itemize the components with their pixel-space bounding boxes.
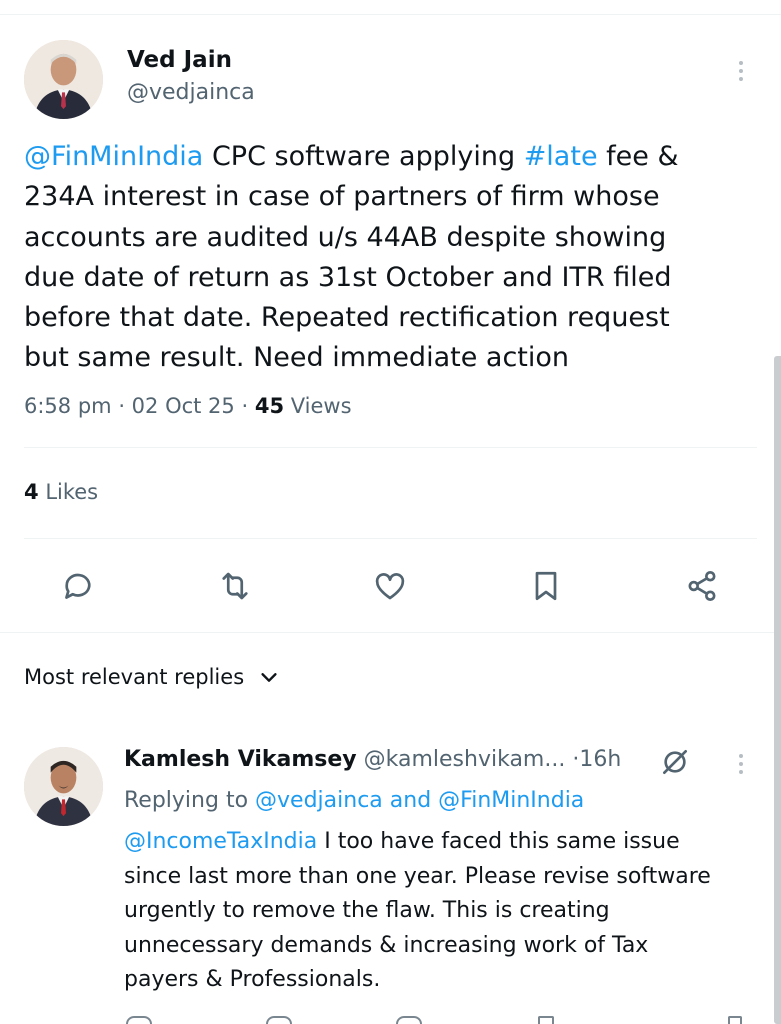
- reply-action-bar-partial: [120, 1012, 760, 1024]
- views-count: 45: [254, 394, 285, 418]
- retweet-icon[interactable]: [215, 566, 255, 606]
- replying-to-links[interactable]: @vedjainca and @FinMinIndia: [255, 788, 584, 813]
- tweet-text-segment: fee & 234A interest in case of partners …: [24, 141, 679, 374]
- tweet-date[interactable]: 02 Oct 25: [132, 394, 235, 418]
- replies-sort-dropdown[interactable]: Most relevant replies: [24, 665, 280, 689]
- likes-label: Likes: [45, 480, 99, 504]
- replying-to-line: Replying to @vedjainca and @FinMinIndia: [124, 788, 584, 813]
- divider: [24, 538, 757, 539]
- tweet-time[interactable]: 6:58 pm: [24, 394, 112, 418]
- top-divider: [0, 14, 781, 15]
- tweet-meta: 6:58 pm · 02 Oct 25 · 45 Views: [24, 394, 352, 418]
- reply-author-name[interactable]: Kamlesh Vikamsey: [124, 747, 357, 772]
- tweet-text-segment: CPC software applying: [203, 141, 524, 172]
- meta-separator: ·: [118, 394, 132, 418]
- tweet-link[interactable]: #late: [524, 141, 598, 172]
- reply-header: Kamlesh Vikamsey @kamleshvikam... ·16h: [124, 747, 621, 772]
- meta-separator: ·: [241, 394, 255, 418]
- reply-time[interactable]: 16h: [579, 747, 621, 772]
- more-options-icon[interactable]: [736, 61, 746, 81]
- author-avatar[interactable]: [24, 40, 103, 119]
- reply-icon[interactable]: [58, 566, 98, 606]
- likes-link[interactable]: 4 Likes: [24, 480, 98, 504]
- scrollbar[interactable]: [774, 356, 781, 1024]
- replying-prefix: Replying to: [124, 788, 249, 813]
- reply-author-handle[interactable]: @kamleshvikam...: [364, 747, 566, 772]
- tweet-link[interactable]: @FinMinIndia: [24, 141, 203, 172]
- author-handle[interactable]: @vedjainca: [127, 80, 255, 105]
- likes-count: 4: [24, 480, 39, 504]
- replies-sort-label: Most relevant replies: [24, 665, 245, 689]
- reply-mention[interactable]: @IncomeTaxIndia: [124, 829, 317, 854]
- chevron-down-icon: [261, 673, 277, 682]
- like-icon[interactable]: [370, 566, 410, 606]
- author-name[interactable]: Ved Jain: [127, 47, 232, 73]
- share-icon[interactable]: [682, 566, 722, 606]
- bookmark-icon[interactable]: [526, 566, 566, 606]
- reply-more-options-icon[interactable]: [736, 754, 746, 774]
- divider: [0, 632, 781, 633]
- reply-text: @IncomeTaxIndia I too have faced this sa…: [124, 825, 764, 998]
- tweet-detail-page: Ved Jain @vedjainca @FinMinIndia CPC sof…: [0, 0, 781, 1024]
- reply-avatar[interactable]: [24, 747, 103, 826]
- tweet-text: @FinMinIndia CPC software applying #late…: [24, 137, 759, 379]
- views-label: Views: [290, 394, 352, 418]
- grok-icon[interactable]: [659, 746, 691, 778]
- divider: [24, 447, 757, 448]
